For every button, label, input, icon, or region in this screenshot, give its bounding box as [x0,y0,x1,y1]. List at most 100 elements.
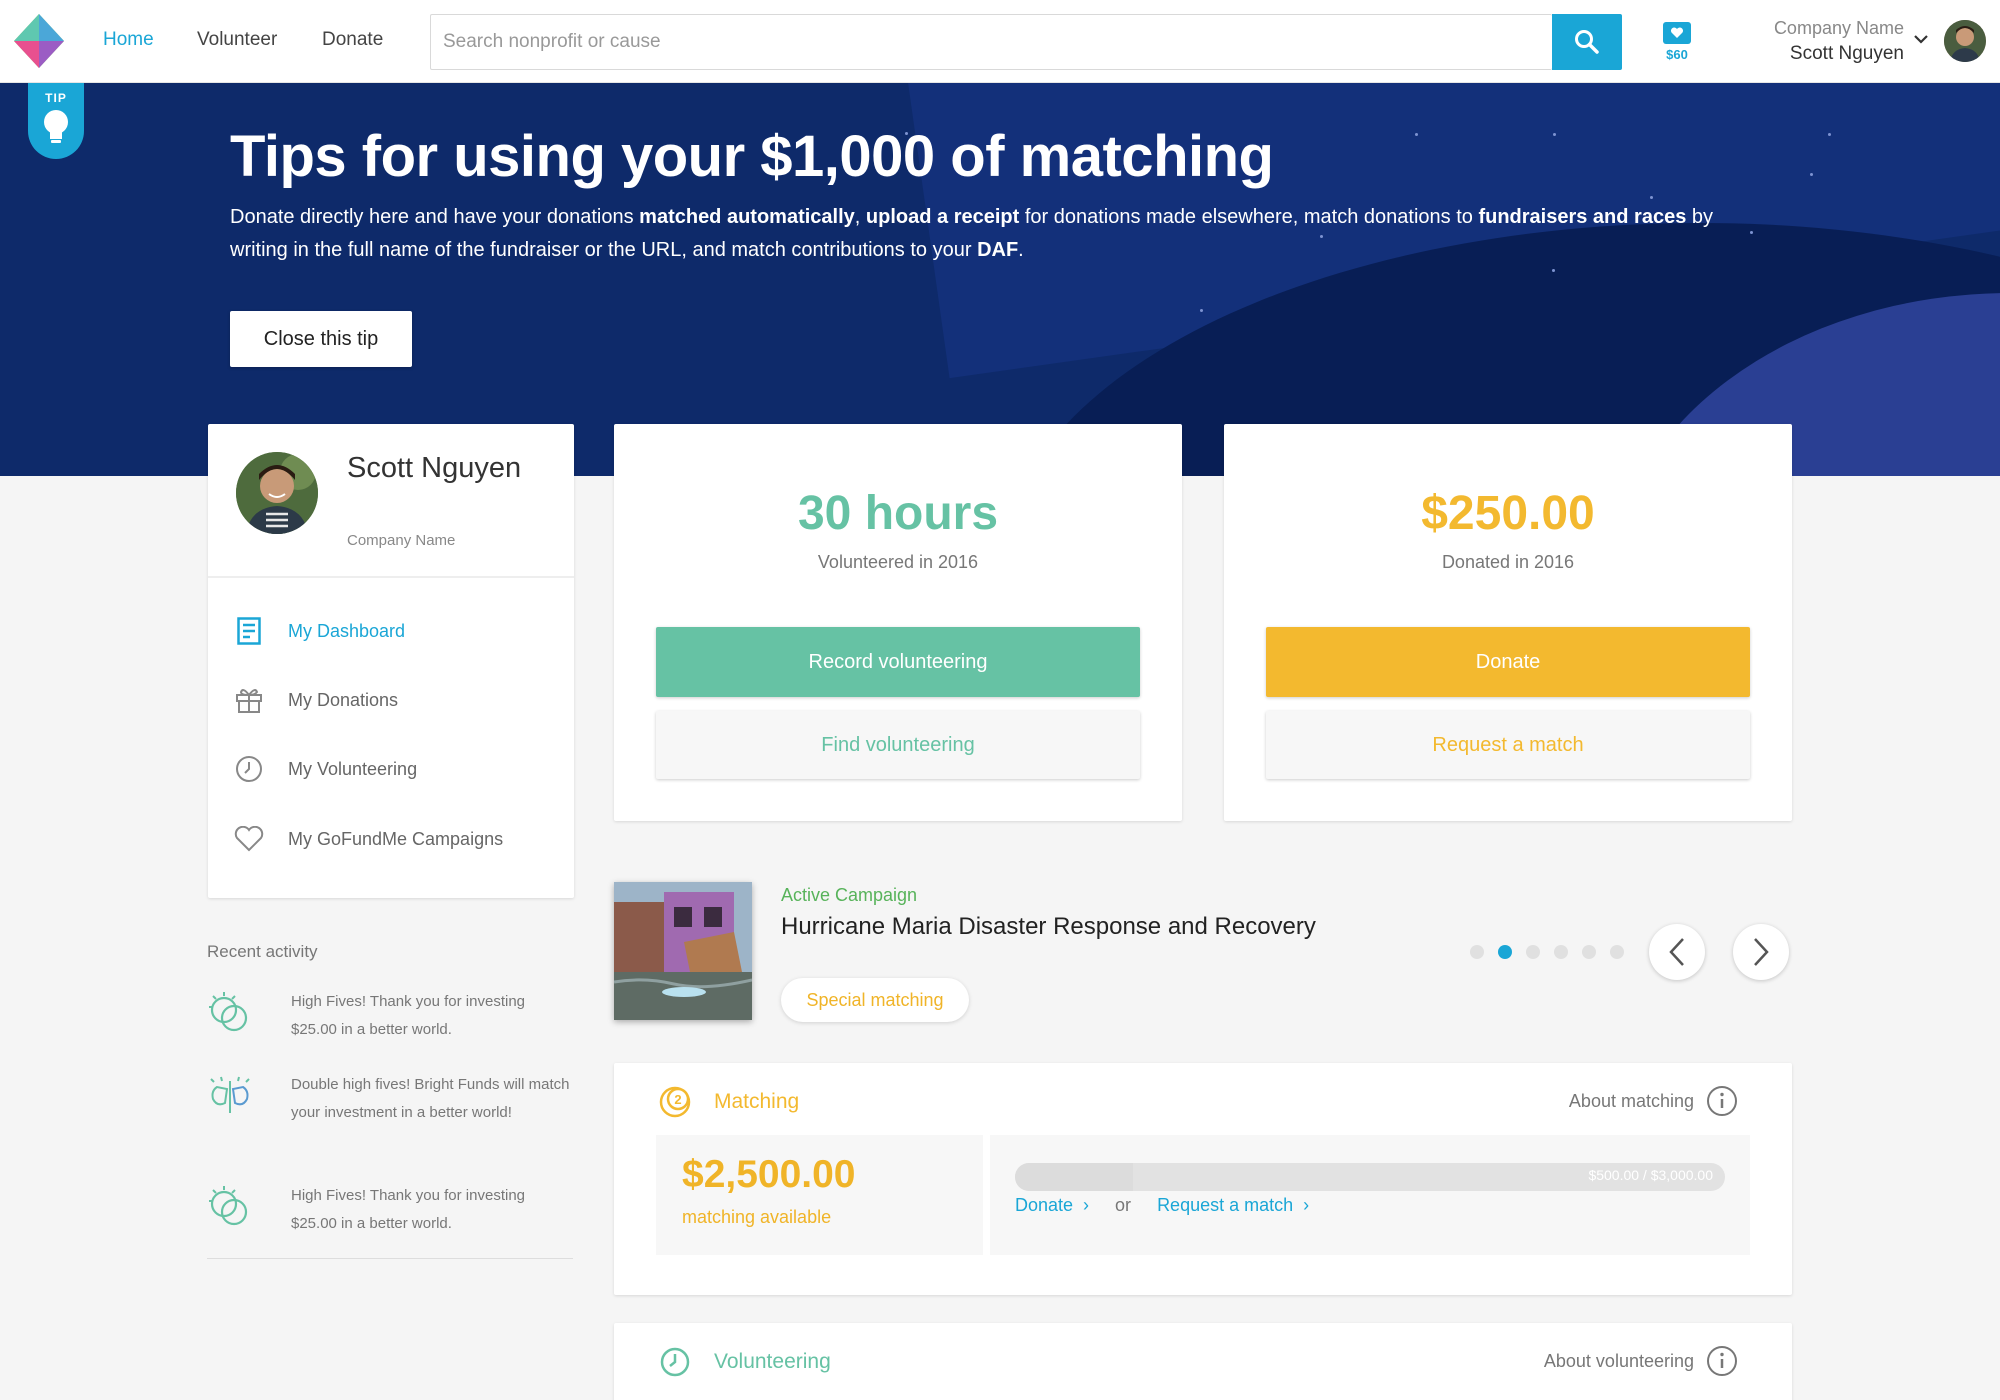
about-volunteering-label: About volunteering [1543,1350,1694,1371]
volunteer-caption: Volunteered in 2016 [817,552,979,572]
campaign-title[interactable]: Hurricane Maria Disaster Response and Re… [781,913,1316,941]
close-tip-button[interactable]: Close this tip [230,311,412,367]
clock-icon [660,1347,690,1377]
wallet-amount: $60 [1666,47,1688,62]
bright-funds-logo[interactable] [14,14,64,68]
or-text: or [1115,1195,1132,1215]
carousel-dot[interactable] [1526,945,1540,959]
high-five-icon [209,992,248,1032]
carousel-prev-button[interactable] [1649,924,1705,980]
star [1553,133,1556,136]
search-icon [1575,30,1599,54]
nav-home-link[interactable]: Home [103,29,154,51]
menu-label: My Dashboard [288,620,406,641]
search-button[interactable] [1552,14,1622,70]
nav-volunteer-link[interactable]: Volunteer [197,29,277,51]
matching-progress-panel: $500.00 / $3,000.00 Donate › or Request … [990,1135,1750,1255]
menu-my-dashboard[interactable]: My Dashboard [234,616,405,646]
tip-text: Donate directly here and have your donat… [230,206,640,228]
user-avatar[interactable] [1944,20,1986,62]
matching-icon: 2 [659,1086,691,1118]
activity-text: Double high fives! Bright Funds will mat… [291,1076,570,1121]
double-high-five-icon [210,1076,250,1113]
matching-request-link[interactable]: Request a match › [1157,1195,1309,1216]
search-input[interactable] [431,15,1552,69]
recent-activity-title: Recent activity [207,942,318,961]
tip-emphasis: fundraisers and races [1478,206,1687,228]
record-volunteering-button[interactable]: Record volunteering [656,627,1140,697]
request-match-button[interactable]: Request a match [1266,711,1750,779]
chevron-right-icon [1754,938,1769,966]
high-five-icon [209,1186,248,1226]
volunteer-stat-card: 30 hours Volunteered in 2016 Record volu… [614,424,1182,821]
profile-divider [208,576,574,578]
menu-label: My Donations [288,689,399,710]
clock-icon [234,754,264,784]
info-icon [1707,1086,1737,1116]
matching-donate-link[interactable]: Donate › [1015,1195,1089,1216]
top-navigation: Home Volunteer Donate $60 Company Name S… [0,0,2000,83]
tip-text: . [1018,239,1024,261]
carousel-dot[interactable] [1610,945,1624,959]
menu-my-gofundme-campaigns[interactable]: My GoFundMe Campaigns [234,824,503,854]
carousel-dots [1470,945,1624,959]
matching-donate-label: Donate [1015,1195,1074,1215]
campaign-status-label: Active Campaign [781,885,918,905]
tip-emphasis: DAF [977,239,1019,261]
special-matching-pill[interactable]: Special matching [781,978,969,1022]
matching-progress-text: $500.00 / $3,000.00 [1588,1167,1713,1183]
wallet-heart-icon [1663,22,1691,44]
donation-stat-card: $250.00 Donated in 2016 Donate Request a… [1224,424,1792,821]
carousel-dot[interactable] [1554,945,1568,959]
activity-text: High Fives! Thank you for investing $25.… [291,1187,526,1232]
profile-card: Scott Nguyen Company Name My Dashboard M… [208,424,574,898]
matching-amount: $2,500.00 [682,1153,856,1196]
gift-icon [234,685,264,715]
activity-text: High Fives! Thank you for investing $25.… [291,993,526,1038]
matching-heading: Matching [714,1090,800,1113]
heart-icon [234,824,264,854]
matching-card: 2 Matching About matching $2,500.00 matc… [614,1063,1792,1295]
tip-text: , [854,206,866,228]
matching-amount-label: matching available [682,1207,832,1227]
menu-label: My GoFundMe Campaigns [288,828,504,849]
profile-name: Scott Nguyen [347,452,522,484]
donated-caption: Donated in 2016 [1441,552,1575,572]
nav-donate-link[interactable]: Donate [322,29,383,51]
tip-badge: TIP [28,83,84,159]
find-volunteering-button[interactable]: Find volunteering [656,711,1140,779]
profile-company: Company Name [347,532,456,549]
matching-header: 2 Matching [658,1085,799,1119]
user-company: Company Name [1773,18,1904,38]
star [1415,133,1418,136]
carousel-dot[interactable] [1470,945,1484,959]
info-icon [1707,1346,1737,1376]
donated-amount-value: $250.00 [1421,487,1595,540]
lightbulb-icon [44,110,68,143]
menu-my-volunteering[interactable]: My Volunteering [234,754,417,784]
carousel-next-button[interactable] [1733,924,1789,980]
dashboard-icon [234,616,264,646]
giving-wallet[interactable]: $60 [1660,22,1694,62]
about-matching-label: About matching [1568,1090,1694,1111]
tip-emphasis: matched automatically [639,206,855,228]
carousel-dot-active[interactable] [1498,945,1512,959]
about-volunteering-link[interactable]: About volunteering [1544,1345,1738,1377]
campaign-image[interactable] [614,882,752,1020]
tip-title: Tips for using your $1,000 of matching [230,124,1274,189]
star [1828,133,1831,136]
chevron-down-icon[interactable] [1914,34,1928,44]
matching-progress-bar: $500.00 / $3,000.00 [1015,1163,1725,1191]
carousel-dot[interactable] [1582,945,1596,959]
menu-my-donations[interactable]: My Donations [234,685,398,715]
volunteer-hours-value: 30 hours [797,487,999,540]
volunteering-card: Volunteering About volunteering [614,1323,1792,1400]
star [1552,269,1555,272]
donate-button[interactable]: Donate [1266,627,1750,697]
user-menu[interactable]: Company Name Scott Nguyen [1774,18,1904,65]
tip-banner: TIP Tips for using your $1,000 of matchi… [0,83,2000,476]
tip-emphasis: upload a receipt [865,206,1020,228]
about-matching-link[interactable]: About matching [1569,1085,1738,1117]
search-box [430,14,1552,70]
volunteering-heading: Volunteering [714,1350,831,1373]
